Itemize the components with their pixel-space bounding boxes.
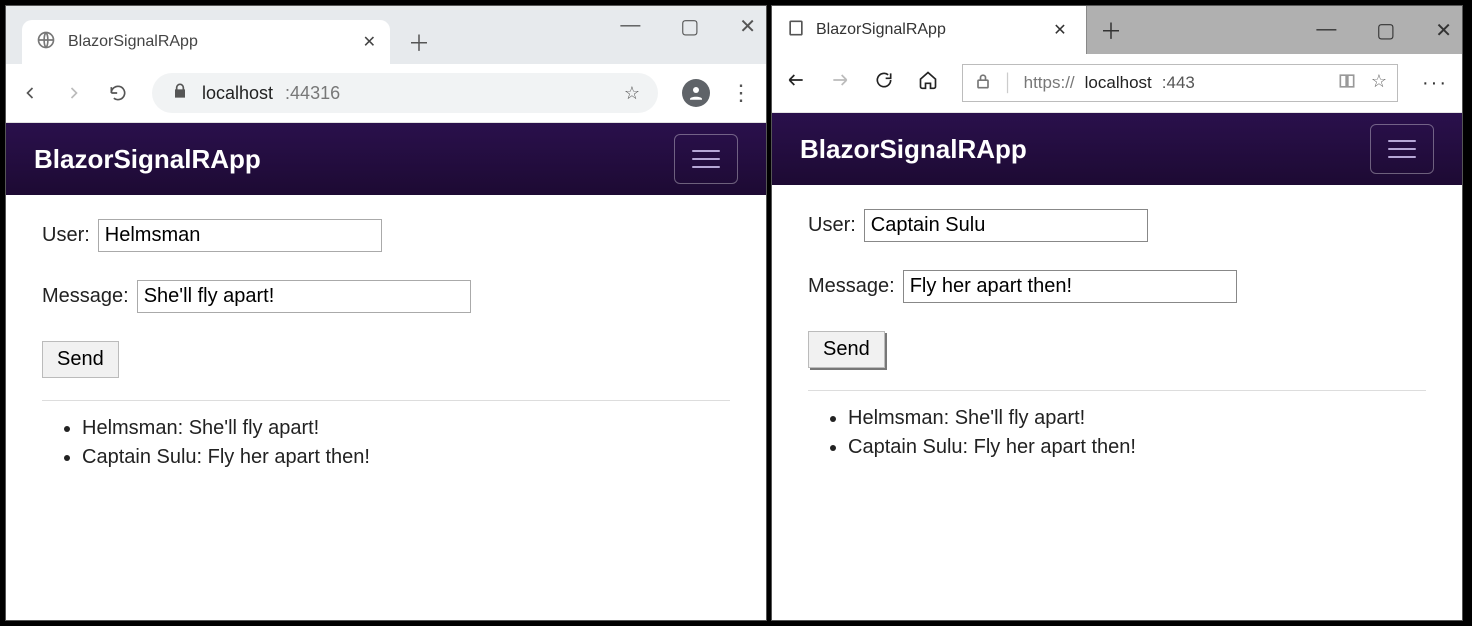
bookmark-star-icon[interactable]: ☆ — [1371, 71, 1387, 96]
separator — [808, 390, 1426, 391]
send-button[interactable]: Send — [808, 331, 885, 368]
user-row: User: — [808, 209, 1426, 242]
new-tab-button[interactable]: ＋ — [390, 20, 448, 64]
close-tab-icon[interactable]: ✕ — [1048, 18, 1072, 42]
app-navbar: BlazorSignalRApp — [772, 113, 1462, 185]
reload-icon[interactable] — [108, 83, 128, 103]
lock-icon — [973, 71, 993, 96]
home-icon[interactable] — [918, 70, 938, 96]
globe-icon — [36, 30, 56, 55]
chrome-right-icons: ⋮ — [682, 79, 752, 107]
url-port: :443 — [1162, 73, 1195, 93]
window-controls: — ▢ ✕ — [620, 14, 756, 39]
address-bar[interactable]: localhost :44316 ☆ — [152, 73, 658, 113]
refresh-icon[interactable] — [874, 70, 894, 96]
bookmark-star-icon[interactable]: ☆ — [624, 83, 640, 104]
window-controls: — ▢ ✕ — [1316, 18, 1452, 43]
message-row: Message: — [42, 280, 730, 313]
chrome-titlebar: BlazorSignalRApp ✕ ＋ — ▢ ✕ — [6, 6, 766, 64]
url-trailing-icons: ☆ — [1337, 71, 1387, 96]
app-title: BlazorSignalRApp — [800, 134, 1027, 165]
app-navbar: BlazorSignalRApp — [6, 123, 766, 195]
app-title: BlazorSignalRApp — [34, 144, 261, 175]
user-label: User: — [42, 224, 90, 247]
more-menu-icon[interactable]: ··· — [1422, 72, 1448, 95]
message-input[interactable] — [903, 270, 1237, 303]
close-icon[interactable]: ✕ — [1435, 18, 1452, 43]
user-row: User: — [42, 219, 730, 252]
profile-avatar-icon[interactable] — [682, 79, 710, 107]
message-list-item: Helmsman: She'll fly apart! — [82, 417, 730, 440]
message-list-item: Captain Sulu: Fly her apart then! — [82, 446, 730, 469]
edge-titlebar: BlazorSignalRApp ✕ ＋ — ▢ ✕ — [772, 6, 1462, 54]
tab-title: BlazorSignalRApp — [816, 21, 946, 39]
hamburger-menu-button[interactable] — [674, 134, 738, 184]
browser-window-chrome: BlazorSignalRApp ✕ ＋ — ▢ ✕ — [6, 6, 766, 620]
url-scheme: https:// — [1024, 73, 1075, 93]
send-button[interactable]: Send — [42, 341, 119, 378]
back-icon[interactable] — [786, 70, 806, 96]
url-host: localhost — [202, 83, 273, 104]
screenshot: BlazorSignalRApp ✕ ＋ — ▢ ✕ — [0, 0, 1472, 626]
user-input[interactable] — [98, 219, 382, 252]
message-label: Message: — [42, 285, 129, 308]
browser-window-edge: BlazorSignalRApp ✕ ＋ — ▢ ✕ — [772, 6, 1462, 620]
menu-dots-icon[interactable]: ⋮ — [730, 80, 752, 106]
edge-toolbar: │ https://localhost:443 ☆ ··· — [772, 54, 1462, 113]
minimize-icon[interactable]: — — [620, 14, 640, 39]
message-list: Helmsman: She'll fly apart! Captain Sulu… — [60, 417, 730, 469]
reading-view-icon[interactable] — [1337, 71, 1357, 96]
message-list-item: Captain Sulu: Fly her apart then! — [848, 436, 1426, 459]
back-icon[interactable] — [20, 83, 40, 103]
maximize-icon[interactable]: ▢ — [680, 14, 699, 39]
close-tab-icon[interactable]: ✕ — [363, 32, 376, 52]
tab-title: BlazorSignalRApp — [68, 33, 198, 51]
app-body: User: Message: Send Helmsman: She'll fly… — [6, 195, 766, 620]
maximize-icon[interactable]: ▢ — [1376, 18, 1395, 43]
app-body: User: Message: Send Helmsman: She'll fly… — [772, 185, 1462, 620]
message-label: Message: — [808, 275, 895, 298]
browser-tab[interactable]: BlazorSignalRApp ✕ — [22, 20, 390, 64]
message-list-item: Helmsman: She'll fly apart! — [848, 407, 1426, 430]
separator — [42, 400, 730, 401]
chrome-toolbar: localhost :44316 ☆ ⋮ — [6, 64, 766, 123]
new-tab-button[interactable]: ＋ — [1087, 6, 1135, 54]
page-icon — [786, 18, 806, 43]
url-host: localhost — [1085, 73, 1152, 93]
address-bar[interactable]: │ https://localhost:443 ☆ — [962, 64, 1398, 102]
message-input[interactable] — [137, 280, 471, 313]
minimize-icon[interactable]: — — [1316, 18, 1336, 43]
user-input[interactable] — [864, 209, 1148, 242]
user-label: User: — [808, 214, 856, 237]
forward-icon[interactable] — [830, 70, 850, 96]
hamburger-menu-button[interactable] — [1370, 124, 1434, 174]
close-icon[interactable]: ✕ — [739, 14, 756, 39]
url-port: :44316 — [285, 83, 340, 104]
message-list: Helmsman: She'll fly apart! Captain Sulu… — [826, 407, 1426, 459]
forward-icon[interactable] — [64, 83, 84, 103]
browser-tab[interactable]: BlazorSignalRApp ✕ — [772, 6, 1087, 54]
lock-icon — [170, 81, 190, 106]
message-row: Message: — [808, 270, 1426, 303]
